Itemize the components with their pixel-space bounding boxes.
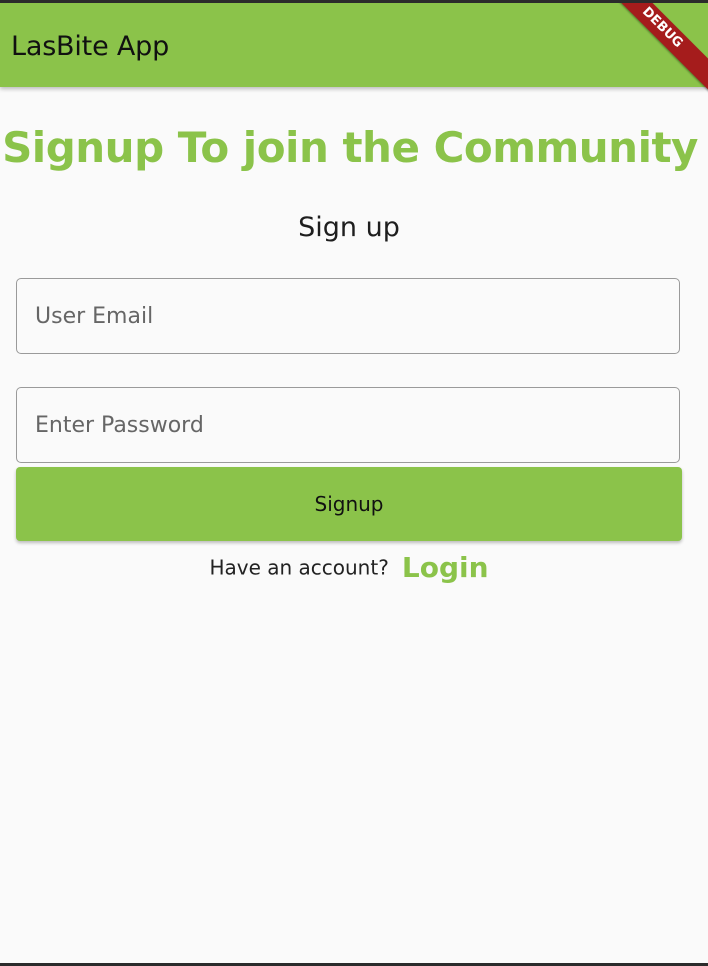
- password-input[interactable]: [17, 388, 679, 462]
- have-account-text: Have an account?: [209, 555, 389, 580]
- form-title: Sign up: [298, 212, 400, 243]
- app-title: LasBite App: [11, 31, 170, 62]
- email-input[interactable]: [17, 279, 679, 353]
- login-link[interactable]: Login: [402, 551, 489, 584]
- page-heading: Signup To join the Community: [2, 123, 698, 172]
- signup-button[interactable]: Signup: [16, 467, 682, 541]
- app-bar: LasBite App: [0, 3, 708, 87]
- app-screen: LasBite App DEBUG Signup To join the Com…: [0, 3, 708, 963]
- email-field[interactable]: [16, 278, 680, 354]
- login-prompt-row: Have an account? Login: [0, 551, 698, 584]
- password-field[interactable]: [16, 387, 680, 463]
